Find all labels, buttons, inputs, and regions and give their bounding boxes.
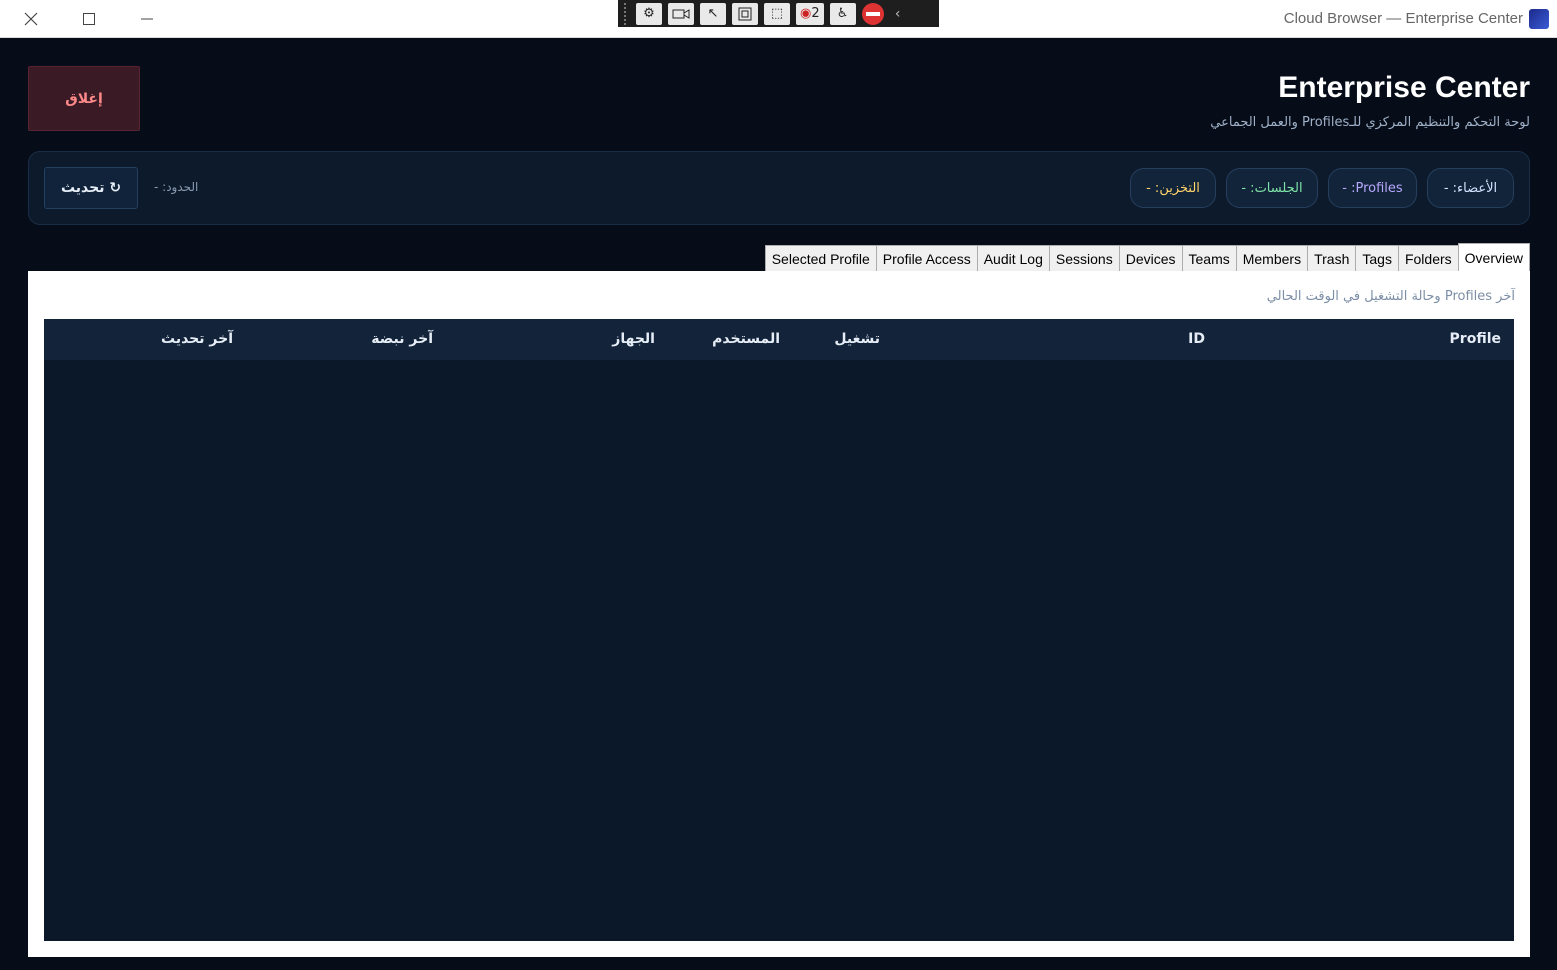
tab-sessions[interactable]: Sessions [1048,245,1120,271]
minimize-window-button[interactable] [118,0,176,38]
close-button[interactable]: إغلاق [28,66,140,131]
video-camera-icon[interactable] [668,2,694,25]
refresh-button[interactable]: ↻ تحديث [44,167,138,209]
page-title: Enterprise Center [1278,71,1530,104]
window-title: Cloud Browser — Enterprise Center [1283,10,1523,27]
minimize-icon [141,18,153,20]
column-header-user[interactable]: المستخدم [712,331,780,347]
tab-tags[interactable]: Tags [1355,245,1399,271]
tab-devices[interactable]: Devices [1118,245,1183,271]
tab-trash[interactable]: Trash [1307,245,1357,271]
column-header-heartbeat[interactable]: آخر نبضة [371,331,433,347]
sessions-stat-label: الجلسات: - [1241,180,1303,196]
column-header-running[interactable]: تشغيل [834,331,880,347]
close-window-button[interactable] [2,0,60,38]
chevron-left-icon[interactable]: ‹ [890,6,906,22]
tab-bar: Overview Folders Tags Trash Members Team… [764,243,1530,271]
overview-description: آخر Profiles وحالة التشغيل في الوقت الحا… [1266,289,1515,304]
frame-select-icon[interactable] [732,2,758,25]
limits-text: الحدود: - [154,180,199,194]
close-icon [24,12,38,26]
accessibility-icon[interactable]: ♿ [829,2,856,25]
tab-profile-access[interactable]: Profile Access [875,245,978,271]
tab-selected-profile[interactable]: Selected Profile [764,245,877,271]
tab-audit-log[interactable]: Audit Log [976,245,1050,271]
stats-panel: ↻ تحديث الحدود: - الأعضاء: - Profiles: -… [28,151,1530,225]
table-header: Profile ID تشغيل المستخدم الجهاز آخر نبض… [44,319,1514,360]
settings-window-icon[interactable]: ⚙ [636,2,662,25]
profiles-stat-label: Profiles: - [1342,180,1403,196]
members-stat-label: الأعضاء: - [1443,180,1498,196]
column-header-id[interactable]: ID [1188,331,1205,347]
members-stat: الأعضاء: - [1427,168,1514,208]
page-subtitle: لوحة التحكم والتنظيم المركزي للـProfiles… [1210,115,1530,130]
profiles-stat: Profiles: - [1328,168,1417,208]
maximize-window-button[interactable] [60,0,118,38]
tab-content-overview: آخر Profiles وحالة التشغيل في الوقت الحا… [28,271,1530,957]
profiles-table[interactable]: Profile ID تشغيل المستخدم الجهاز آخر نبض… [44,319,1514,941]
drag-handle[interactable] [624,2,630,25]
tab-members[interactable]: Members [1235,245,1309,271]
region-pointer-icon[interactable]: ⬚ [764,2,790,25]
storage-stat: التخزين: - [1130,168,1216,208]
stop-icon[interactable] [861,2,884,25]
tab-folders[interactable]: Folders [1397,245,1459,271]
column-header-device[interactable]: الجهاز [612,331,655,347]
sessions-stat: الجلسات: - [1226,168,1318,208]
column-header-profile[interactable]: Profile [1450,331,1501,347]
recorder-count: 2 [811,6,820,21]
tab-overview[interactable]: Overview [1457,243,1530,271]
window-titlebar: ⚙ ↖ ⬚ ◉ 2 ♿ ‹ Cloud Browser — Enterprise… [0,0,1557,38]
select-pointer-icon[interactable]: ↖ [700,2,726,25]
record-icon: ◉ [800,6,812,21]
column-header-updated[interactable]: آخر تحديث [161,331,233,347]
tab-teams[interactable]: Teams [1181,245,1237,271]
maximize-icon [83,13,95,25]
app-icon [1529,9,1549,29]
recorder-badge[interactable]: ◉ 2 [796,2,824,25]
storage-stat-label: التخزين: - [1146,180,1200,196]
recording-toolbar: ⚙ ↖ ⬚ ◉ 2 ♿ ‹ [618,0,939,27]
